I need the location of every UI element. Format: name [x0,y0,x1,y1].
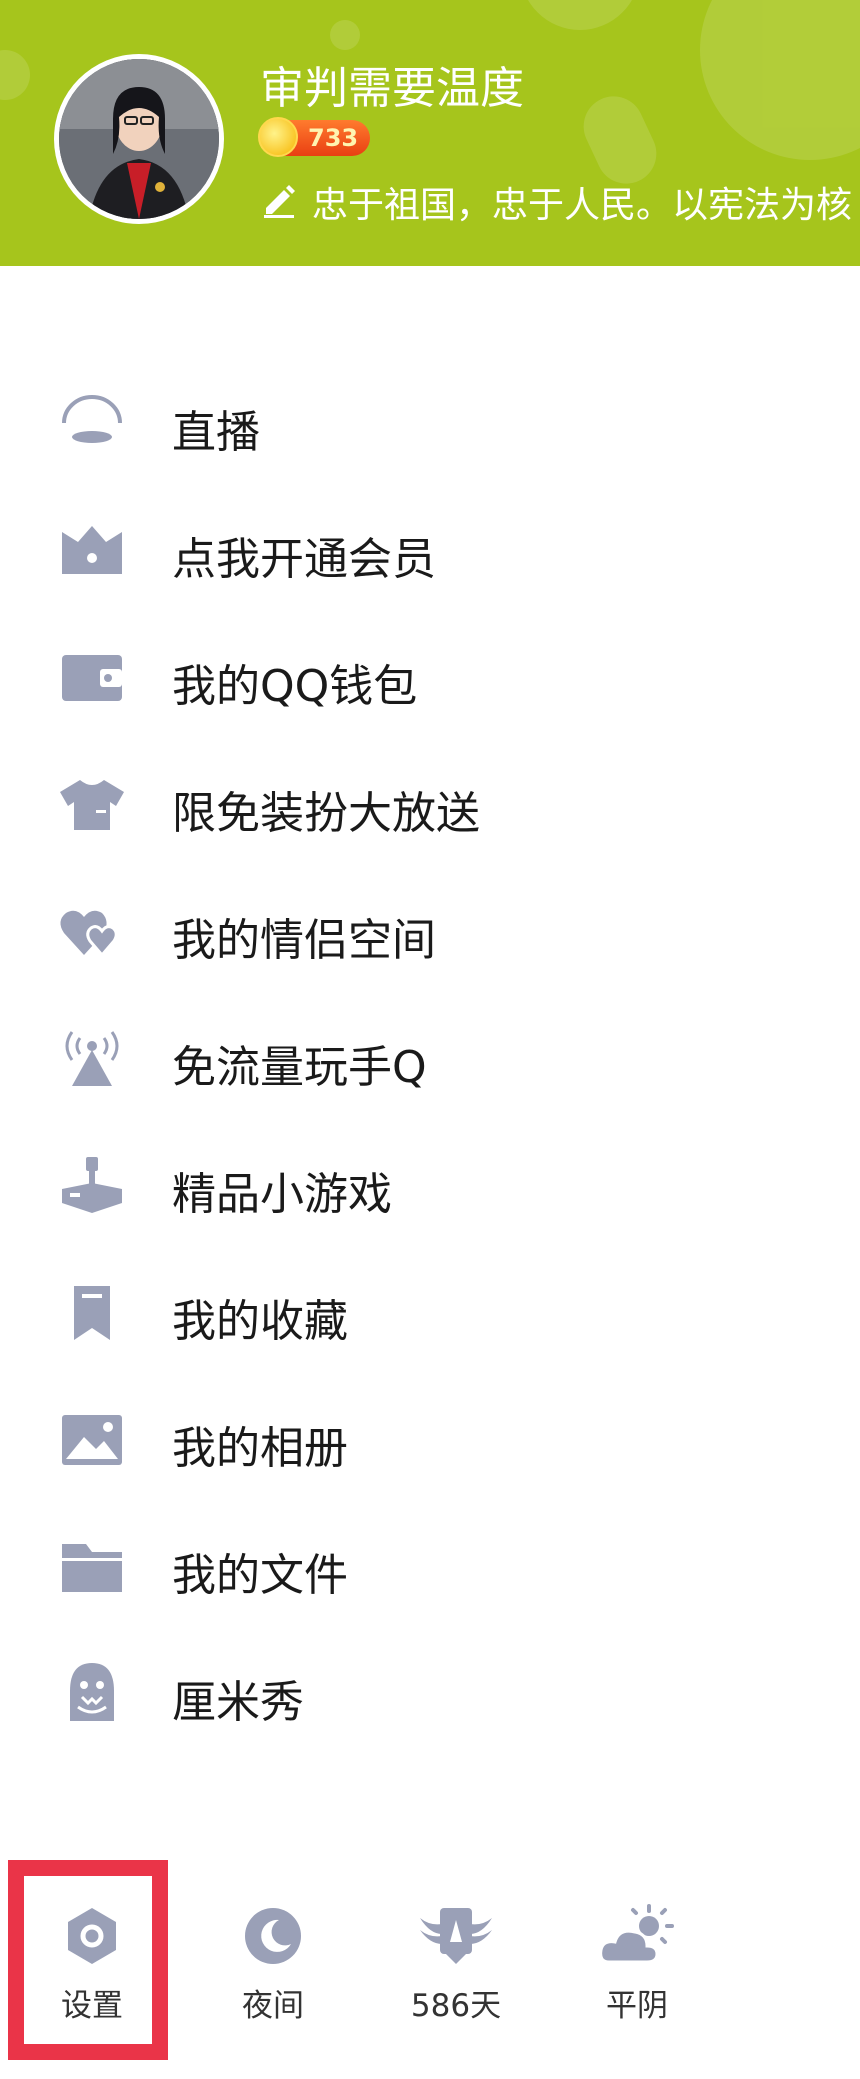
double-heart-icon [60,910,118,958]
qq-drawer-screen: 审判需要温度 733 忠于祖国，忠于人民。以宪法为核 直播 点我开通会员 我的Q… [0,0,860,2079]
vip-crown-icon [62,526,122,574]
wallet-icon [62,655,122,701]
menu-item-dressup[interactable]: 限免装扮大放送 [0,741,860,868]
menu-item-label: 我的QQ钱包 [172,661,418,712]
menu-item-label: 精品小游戏 [172,1169,392,1220]
weather-label: 平阴 [606,1988,668,2024]
days-badge-button[interactable]: 586天 [386,1904,526,2054]
menu-item-free-data[interactable]: 免流量玩手Q [0,995,860,1122]
live-icon [62,395,122,443]
winged-badge-icon [420,1908,492,1964]
level-number: 733 [308,124,359,152]
night-mode-label: 夜间 [242,1988,304,2024]
level-badge[interactable]: 733 [258,117,370,157]
header-decoration [700,0,860,160]
menu-item-label: 厘米秀 [172,1677,304,1728]
settings-button[interactable]: 设置 [22,1904,162,2054]
menu-item-label: 点我开通会员 [172,534,436,585]
header-decoration [330,20,360,50]
coin-icon [258,117,298,157]
menu-item-cmshow[interactable]: 厘米秀 [0,1630,860,1757]
photo-icon [62,1415,122,1465]
joystick-icon [62,1157,122,1213]
days-label: 586天 [410,1988,502,2024]
menu-item-label: 我的文件 [172,1550,348,1601]
menu-item-wallet[interactable]: 我的QQ钱包 [0,614,860,741]
menu-item-couple-space[interactable]: 我的情侣空间 [0,868,860,995]
menu-item-label: 限免装扮大放送 [172,788,480,839]
tshirt-icon [60,780,124,830]
header-decoration [0,50,30,100]
menu-item-label: 我的相册 [172,1423,348,1474]
night-mode-button[interactable]: 夜间 [203,1904,343,2054]
drawer-menu: 直播 点我开通会员 我的QQ钱包 限免装扮大放送 我的情侣空间 免流量玩手Q 精… [0,360,860,1757]
menu-item-label: 免流量玩手Q [172,1042,427,1093]
menu-item-favorites[interactable]: 我的收藏 [0,1249,860,1376]
avatar-portrait-icon [59,59,219,219]
settings-label: 设置 [61,1988,123,2024]
profile-header: 审判需要温度 733 忠于祖国，忠于人民。以宪法为核 [0,0,860,266]
avatar[interactable] [54,54,224,224]
weather-button[interactable]: 平阴 [567,1904,707,2054]
menu-item-album[interactable]: 我的相册 [0,1376,860,1503]
signature-text: 忠于祖国，忠于人民。以宪法为核 [312,185,853,226]
signal-tower-icon [65,1031,119,1086]
moon-icon [245,1908,301,1964]
menu-item-live[interactable]: 直播 [0,360,860,487]
bookmark-icon [74,1286,110,1340]
menu-item-label: 我的收藏 [172,1296,348,1347]
menu-item-files[interactable]: 我的文件 [0,1503,860,1630]
menu-item-mini-games[interactable]: 精品小游戏 [0,1122,860,1249]
avatar-image [59,59,219,219]
menu-item-label: 我的情侣空间 [172,915,436,966]
pencil-icon [264,185,295,218]
cloudy-weather-icon [599,1904,674,1964]
username[interactable]: 审判需要温度 [260,52,524,116]
folder-icon [62,1544,122,1592]
menu-item-label: 直播 [172,407,260,458]
bottom-toolbar: 设置 夜间 586天 平阴 [0,1850,860,2079]
settings-hexagon-icon [68,1908,116,1964]
header-decoration [520,0,640,30]
cmshow-ghost-icon [70,1663,114,1721]
menu-item-vip[interactable]: 点我开通会员 [0,487,860,614]
